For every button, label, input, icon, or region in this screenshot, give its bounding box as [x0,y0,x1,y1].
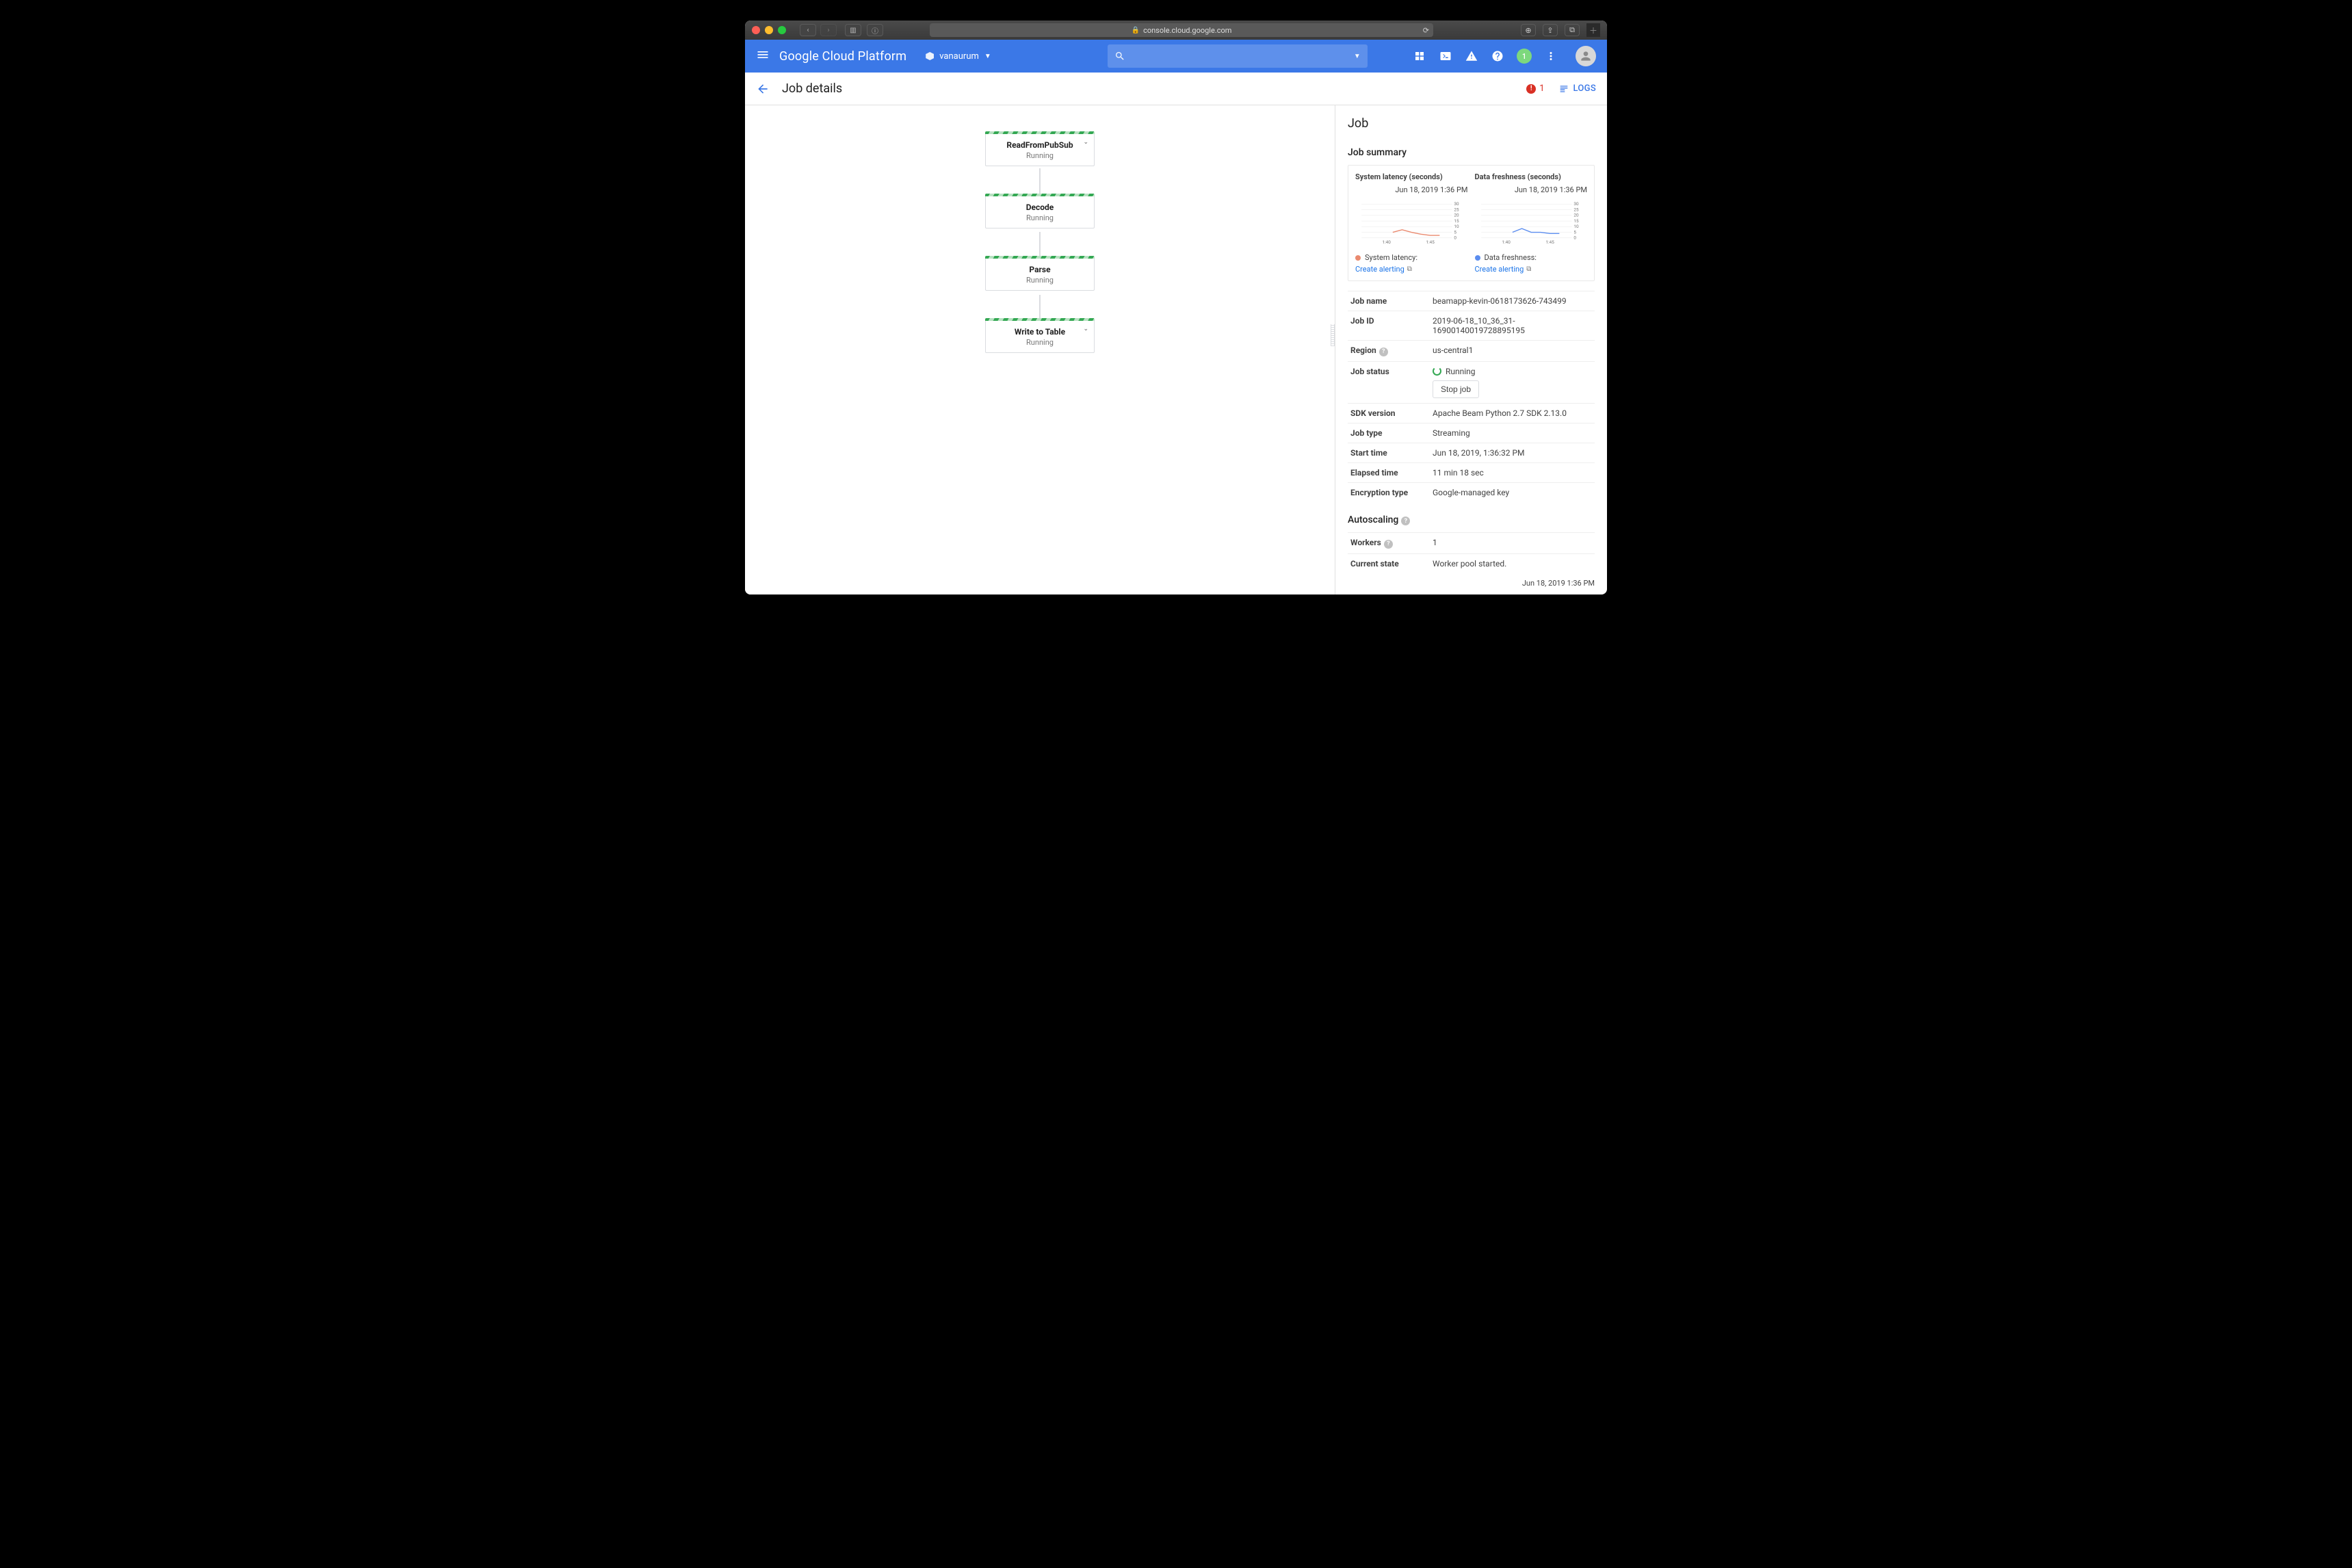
autoscaling-timestamp: Jun 18, 2019 1:36 PM [1348,579,1595,588]
search-input[interactable]: ▼ [1108,44,1368,68]
svg-text:1:40: 1:40 [1383,239,1391,245]
maximize-window-button[interactable] [778,26,786,34]
latency-chart: System latency (seconds) Jun 18, 2019 1:… [1355,172,1468,274]
svg-text:15: 15 [1573,218,1579,224]
chevron-down-icon[interactable]: ⌄ [1083,326,1088,332]
svg-text:30: 30 [1573,201,1579,207]
new-tab-button[interactable]: ＋ [1586,23,1600,37]
address-bar[interactable]: 🔒 console.cloud.google.com ⟳ [930,23,1433,37]
url-text: console.cloud.google.com [1143,26,1231,35]
svg-text:20: 20 [1573,213,1579,218]
connector [1039,168,1041,197]
error-badge[interactable]: ! 1 [1526,83,1544,94]
job-details-table: Job namebeamapp-kevin-0618173626-743499 … [1348,291,1595,502]
autoscaling-title: Autoscaling? [1348,514,1595,526]
page-subheader: Job details ! 1 LOGS [745,73,1607,105]
lock-icon: 🔒 [1132,27,1140,34]
help-icon[interactable] [1491,49,1504,63]
account-avatar[interactable] [1576,46,1596,66]
logs-button[interactable]: LOGS [1558,83,1597,94]
project-icon [926,52,934,60]
svg-text:5: 5 [1454,229,1456,235]
reload-icon[interactable]: ⟳ [1423,26,1429,35]
page-title: Job details [782,81,842,96]
pipeline-canvas[interactable]: ReadFromPubSub Running ⌄ Decode Running … [745,105,1335,594]
product-name: Google Cloud Platform [779,49,906,64]
spinner-icon [1433,367,1441,376]
svg-text:1:40: 1:40 [1502,239,1511,245]
gift-icon[interactable] [1413,49,1426,63]
pipeline-step[interactable]: ReadFromPubSub Running ⌄ [985,133,1095,166]
autoscaling-chart: 1 0 1:40 1:45 [1348,592,1595,595]
tabs-icon[interactable]: ⧉ [1565,24,1580,36]
pipeline-step[interactable]: Parse Running [985,257,1095,291]
search-dropdown-icon[interactable]: ▼ [1354,53,1361,60]
panel-title: Job [1348,116,1595,131]
project-name: vanaurum [939,51,979,62]
cloud-shell-icon[interactable] [1439,49,1452,63]
chevron-down-icon[interactable]: ⌄ [1083,139,1088,146]
legend-dot [1475,255,1480,261]
help-icon[interactable]: ? [1379,348,1388,356]
error-count: 1 [1539,83,1544,94]
notifications-icon[interactable] [1465,49,1478,63]
window-controls [752,26,786,34]
menu-icon[interactable] [756,48,770,64]
gcp-header: Google Cloud Platform vanaurum ▼ ▼ 1 [745,40,1607,73]
svg-text:30: 30 [1454,201,1459,207]
legend-dot [1355,255,1361,261]
minimize-window-button[interactable] [765,26,773,34]
help-icon[interactable]: ? [1384,540,1393,549]
sidebar-button[interactable]: ▥ [845,24,861,36]
project-picker[interactable]: vanaurum ▼ [919,49,998,64]
dropdown-icon: ▼ [984,53,991,60]
latency-sparkline: 302520 15105 0 1:40 1:45 [1355,197,1468,246]
svg-text:1:45: 1:45 [1545,239,1554,245]
search-icon [1114,51,1125,62]
external-link-icon: ⧉ [1407,265,1412,273]
summary-title: Job summary [1348,147,1595,158]
svg-text:10: 10 [1454,224,1459,229]
svg-text:25: 25 [1454,207,1459,212]
privacy-report-icon[interactable]: ⓘ [867,24,883,36]
svg-text:0: 0 [1573,235,1576,241]
downloads-icon[interactable]: ⊕ [1521,24,1536,36]
forward-button[interactable]: › [820,24,837,36]
job-panel: Job Job summary System latency (seconds)… [1335,105,1607,594]
error-icon: ! [1526,84,1536,94]
create-alerting-link[interactable]: Create alerting⧉ [1475,265,1588,274]
back-arrow-button[interactable] [756,82,770,96]
logs-label: LOGS [1573,83,1597,94]
notification-badge[interactable]: 1 [1517,49,1532,64]
browser-titlebar: ‹ › ▥ ⓘ 🔒 console.cloud.google.com ⟳ ⊕ ⇪… [745,21,1607,40]
autoscaling-table: Workers?1 Current stateWorker pool start… [1348,532,1595,573]
svg-text:15: 15 [1454,218,1459,224]
svg-text:10: 10 [1573,224,1579,229]
svg-text:25: 25 [1573,207,1579,212]
share-icon[interactable]: ⇪ [1543,24,1558,36]
close-window-button[interactable] [752,26,760,34]
more-icon[interactable] [1544,49,1558,63]
freshness-chart: Data freshness (seconds) Jun 18, 2019 1:… [1475,172,1588,274]
external-link-icon: ⧉ [1526,265,1531,273]
pipeline-step[interactable]: Decode Running [985,195,1095,228]
help-icon[interactable]: ? [1401,517,1410,525]
svg-text:20: 20 [1454,213,1459,218]
freshness-sparkline: 302520 15105 0 1:40 1:45 [1475,197,1588,246]
create-alerting-link[interactable]: Create alerting⧉ [1355,265,1468,274]
svg-text:5: 5 [1573,229,1576,235]
panel-resize-handle[interactable] [1331,324,1335,346]
svg-text:1:45: 1:45 [1426,239,1435,245]
back-button[interactable]: ‹ [800,24,816,36]
svg-text:0: 0 [1454,235,1456,241]
pipeline-step[interactable]: Write to Table Running ⌄ [985,319,1095,353]
stop-job-button[interactable]: Stop job [1433,380,1479,398]
